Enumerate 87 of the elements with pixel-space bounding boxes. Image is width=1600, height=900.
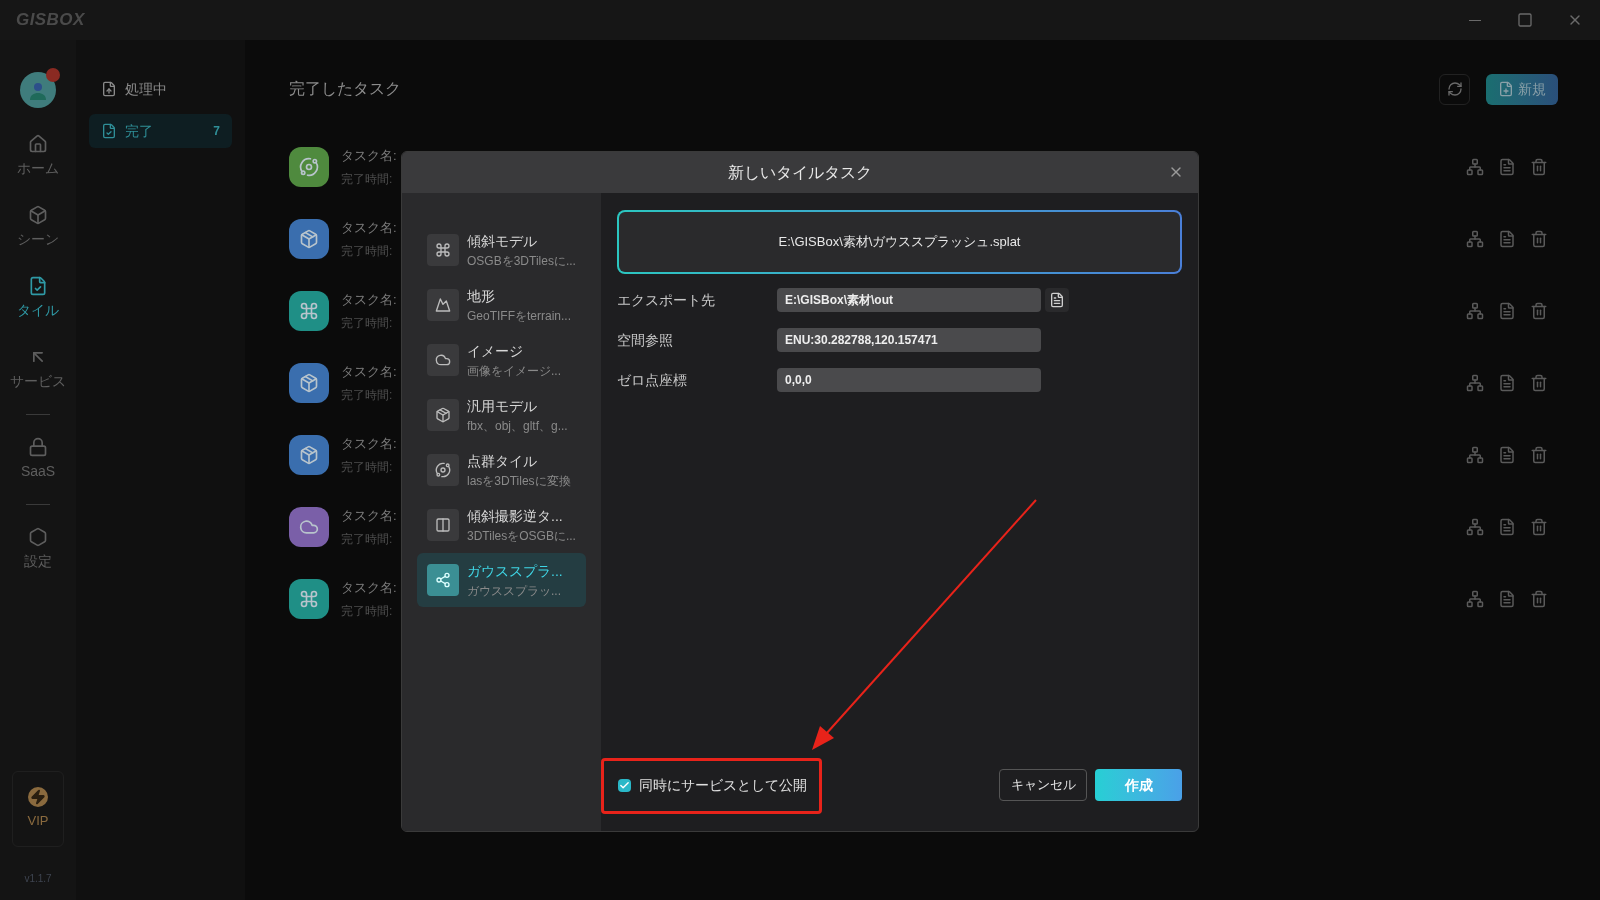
refresh-button[interactable]: [1439, 73, 1470, 105]
file-upload-icon: [101, 81, 117, 97]
task-time-label: 完了時間:: [341, 602, 394, 620]
home-icon: [28, 134, 48, 154]
delete-icon[interactable]: [1530, 158, 1548, 176]
file-icon[interactable]: [1498, 374, 1516, 392]
drone-icon: [435, 242, 451, 258]
task-time-label: 完了時間:: [341, 170, 394, 188]
file-icon[interactable]: [1498, 302, 1516, 320]
count-label: 7: [213, 123, 220, 140]
delete-icon[interactable]: [1530, 446, 1548, 464]
field-label: エクスポート先: [617, 290, 716, 310]
input-field[interactable]: E:\GISBox\素材\out: [777, 288, 1041, 312]
task-type-item[interactable]: ガウススプラ... ガウススプラッ...: [417, 553, 586, 607]
cube-icon: [299, 373, 319, 393]
task-time-label: 完了時間:: [341, 242, 394, 260]
task-name-label: タスク名:: [341, 219, 397, 238]
hierarchy-icon[interactable]: [1466, 446, 1484, 464]
file-check-icon: [28, 276, 48, 296]
section-title: 完了したタスク: [289, 79, 401, 99]
task-name-label: タスク名:: [341, 291, 397, 310]
minimize-icon: [1469, 19, 1481, 21]
task-type-item[interactable]: 傾斜撮影逆タ... 3DTilesをOSGBに...: [417, 498, 586, 552]
publish-checkbox[interactable]: 同時にサービスとして公開: [617, 774, 807, 796]
hierarchy-icon[interactable]: [1466, 518, 1484, 536]
version-label: v1.1.7: [24, 872, 52, 886]
file-icon[interactable]: [1498, 158, 1516, 176]
refresh-icon: [1446, 81, 1463, 97]
hierarchy-icon[interactable]: [1466, 158, 1484, 176]
category-item[interactable]: 処理中: [89, 72, 232, 106]
hierarchy-icon[interactable]: [1466, 374, 1484, 392]
lock-icon: [28, 437, 48, 457]
input-field[interactable]: ENU:30.282788,120.157471: [777, 328, 1041, 352]
file-plus-icon: [1498, 81, 1514, 97]
drone-icon: [299, 301, 319, 321]
task-time-label: 完了時間:: [341, 314, 394, 332]
hierarchy-icon[interactable]: [1466, 230, 1484, 248]
task-type-item[interactable]: イメージ 画像をイメージ...: [417, 333, 586, 387]
task-time-label: 完了時間:: [341, 386, 394, 404]
delete-icon[interactable]: [1530, 590, 1548, 608]
field-label: ゼロ点座標: [617, 370, 688, 390]
task-name-label: タスク名:: [341, 579, 397, 598]
task-time-label: 完了時間:: [341, 530, 394, 548]
drone-icon: [299, 589, 319, 609]
checkbox[interactable]: [618, 778, 631, 792]
dialog-title: 新しいタイルタスク: [728, 162, 872, 183]
file-icon[interactable]: [1498, 590, 1516, 608]
cube-icon: [435, 407, 451, 423]
task-time-label: 完了時間:: [341, 458, 394, 476]
file-path: E:\GISBox\素材\ガウススプラッシュ.splat: [778, 233, 1021, 252]
file-icon[interactable]: [1498, 518, 1516, 536]
maximize-icon: [1517, 12, 1533, 28]
lightning-icon: [28, 787, 48, 808]
delete-icon[interactable]: [1530, 230, 1548, 248]
nav-item[interactable]: タイル: [0, 272, 76, 325]
cube-icon: [28, 205, 48, 225]
file-drop-zone[interactable]: E:\GISBox\素材\ガウススプラッシュ.splat: [617, 210, 1182, 274]
task-type-item[interactable]: 汎用モデル fbx、obj、gltf、g...: [417, 388, 586, 442]
delete-icon[interactable]: [1530, 518, 1548, 536]
task-type-item[interactable]: 地形 GeoTIFFをterrain...: [417, 278, 586, 332]
hierarchy-icon[interactable]: [1466, 590, 1484, 608]
cloud-icon: [435, 352, 451, 368]
delete-icon[interactable]: [1530, 302, 1548, 320]
cloud-icon: [299, 517, 319, 537]
browse-button[interactable]: [1045, 288, 1069, 312]
delete-icon[interactable]: [1530, 374, 1548, 392]
task-type-item[interactable]: 点群タイル lasを3DTilesに変換: [417, 443, 586, 497]
field-label: 空間参照: [617, 330, 674, 350]
file-check-icon: [101, 123, 117, 139]
task-name-label: タスク名:: [341, 435, 397, 454]
cube-icon: [299, 229, 319, 249]
category-item[interactable]: 完了 7: [89, 114, 232, 148]
task-name-label: タスク名:: [341, 507, 397, 526]
file-icon[interactable]: [1498, 446, 1516, 464]
task-type-item[interactable]: 傾斜モデル OSGBを3DTilesに...: [417, 223, 586, 277]
file-icon[interactable]: [1498, 230, 1516, 248]
cube-icon: [299, 445, 319, 465]
vip-card[interactable]: VIP: [12, 771, 64, 847]
cancel-button[interactable]: キャンセル: [999, 769, 1087, 801]
settings-icon: [28, 527, 48, 547]
hierarchy-icon[interactable]: [1466, 302, 1484, 320]
split-panel-icon: [435, 517, 451, 533]
mountain-icon: [435, 297, 451, 313]
task-name-label: タスク名:: [341, 363, 397, 382]
file-icon: [1049, 292, 1065, 308]
input-field[interactable]: 0,0,0: [777, 368, 1041, 392]
task-name-label: タスク名:: [341, 147, 397, 166]
